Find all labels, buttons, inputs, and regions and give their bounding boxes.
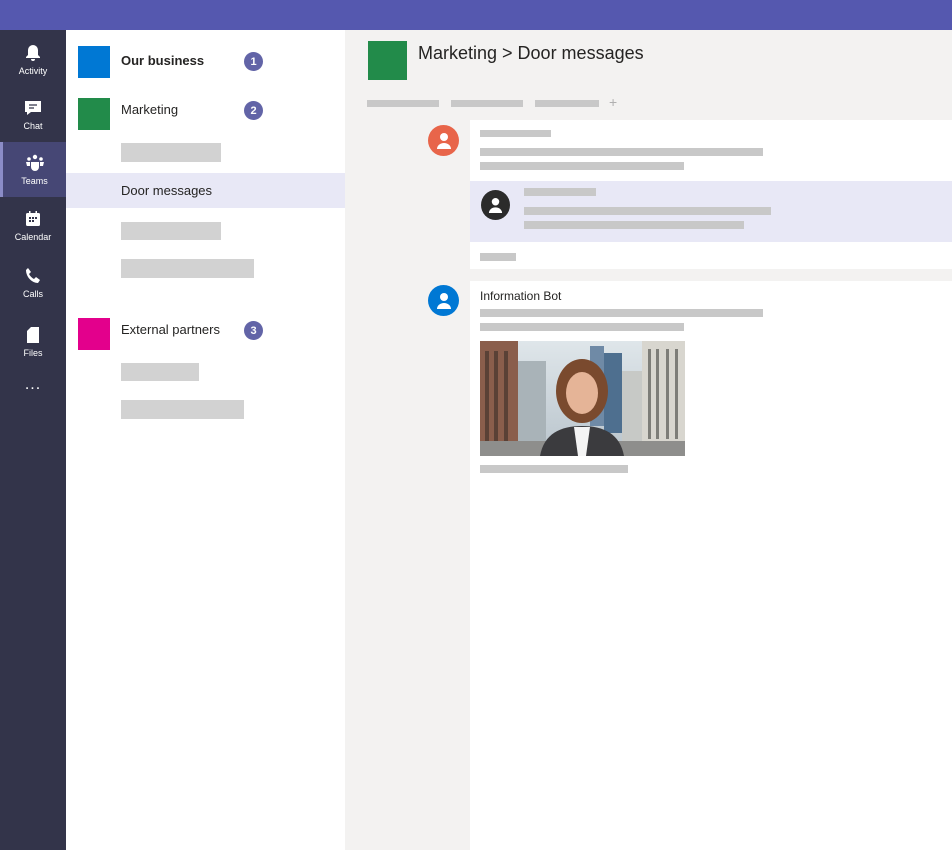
- reply-link-placeholder[interactable]: [480, 253, 516, 261]
- team-badge: 3: [244, 321, 263, 340]
- rail-label: Files: [23, 348, 43, 358]
- tab-placeholder[interactable]: [367, 100, 439, 107]
- page-title: Marketing > Door messages: [418, 43, 644, 63]
- title-bar: [0, 0, 952, 30]
- rail-item-calls[interactable]: Calls: [0, 255, 66, 310]
- channel-placeholder[interactable]: [121, 222, 221, 240]
- user-avatar[interactable]: [428, 125, 459, 156]
- more-icon: ...: [24, 376, 42, 393]
- calendar-icon: [26, 211, 40, 226]
- rail-label: Activity: [18, 66, 48, 76]
- teams-list: Our business 1 Marketing 2 Door messages…: [66, 30, 345, 850]
- rail-label: Calendar: [14, 232, 52, 242]
- rail-label: Teams: [21, 176, 48, 186]
- text-placeholder: [480, 309, 763, 317]
- team-our-business[interactable]: Our business: [121, 53, 204, 68]
- author-placeholder: [480, 130, 551, 137]
- tab-placeholder[interactable]: [535, 100, 599, 107]
- phone-icon: [26, 268, 40, 283]
- photo-woman-city: [480, 341, 685, 456]
- text-placeholder: [480, 162, 684, 170]
- team-avatar: [78, 46, 110, 78]
- rail-item-teams[interactable]: Teams: [0, 142, 66, 197]
- rail-label: Chat: [23, 121, 43, 131]
- rail-item-files[interactable]: Files: [0, 314, 66, 369]
- rail-item-chat[interactable]: Chat: [0, 87, 66, 142]
- chat-icon: [25, 101, 41, 115]
- channel-placeholder[interactable]: [121, 143, 221, 162]
- text-placeholder: [524, 221, 744, 229]
- bell-icon: [26, 45, 40, 61]
- app-rail: Activity Chat Teams Calendar Calls Files…: [0, 30, 66, 850]
- person-icon: [436, 292, 451, 309]
- team-badge: 1: [244, 52, 263, 71]
- channel-placeholder[interactable]: [121, 259, 254, 278]
- channel-avatar: [368, 41, 407, 80]
- team-external-partners[interactable]: External partners: [121, 322, 220, 337]
- channel-label: Door messages: [121, 183, 213, 198]
- tab-placeholder[interactable]: [451, 100, 523, 107]
- author-placeholder: [524, 188, 596, 196]
- bot-avatar[interactable]: [428, 285, 459, 316]
- reply-avatar[interactable]: [481, 190, 510, 220]
- team-badge: 2: [244, 101, 263, 120]
- rail-item-calendar[interactable]: Calendar: [0, 198, 66, 253]
- text-placeholder: [480, 323, 684, 331]
- person-icon: [436, 132, 451, 149]
- team-avatar: [78, 318, 110, 350]
- person-icon: [488, 197, 503, 213]
- message-author: Information Bot: [480, 289, 562, 303]
- channel-placeholder[interactable]: [121, 400, 244, 419]
- teams-icon: [25, 154, 44, 171]
- rail-label: Calls: [22, 289, 43, 299]
- channel-placeholder[interactable]: [121, 363, 199, 381]
- message-card: Information Bot: [470, 281, 952, 850]
- message-card: [470, 120, 952, 269]
- text-placeholder: [480, 148, 763, 156]
- text-placeholder: [480, 465, 628, 473]
- team-marketing[interactable]: Marketing: [121, 102, 178, 117]
- team-avatar: [78, 98, 110, 130]
- reply: [470, 181, 952, 242]
- text-placeholder: [524, 207, 771, 215]
- message-image[interactable]: [480, 341, 685, 456]
- more-apps-button[interactable]: ...: [0, 370, 66, 400]
- rail-item-activity[interactable]: Activity: [0, 32, 66, 87]
- file-icon: [27, 327, 39, 343]
- add-tab-button[interactable]: +: [609, 94, 617, 110]
